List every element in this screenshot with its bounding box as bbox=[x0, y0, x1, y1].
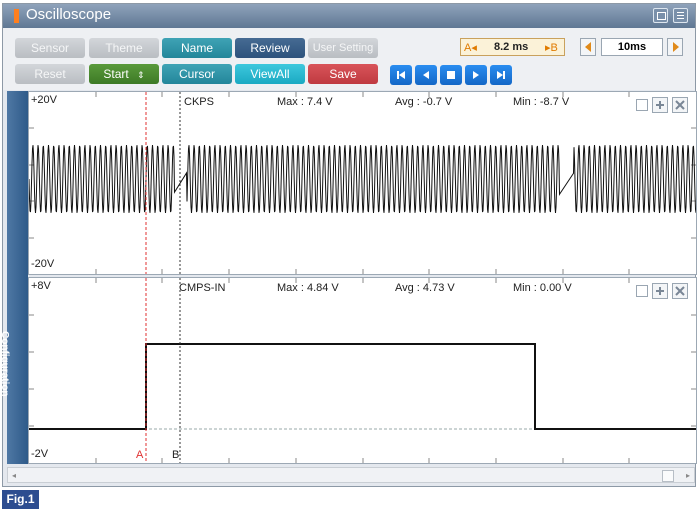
cmps-channel-name: CMPS-IN bbox=[179, 282, 226, 294]
cmps-select-checkbox[interactable] bbox=[636, 285, 648, 297]
step-back-icon bbox=[423, 71, 429, 79]
scroll-thumb[interactable] bbox=[662, 470, 674, 482]
skip-first-icon bbox=[397, 71, 405, 79]
window-menu-icon[interactable] bbox=[673, 8, 688, 23]
ckps-bottom-scale: -20V bbox=[31, 258, 55, 270]
cmps-close-button[interactable] bbox=[672, 283, 688, 299]
plus-icon bbox=[656, 101, 664, 109]
cursor-b-marker: ▸B bbox=[545, 42, 558, 54]
sensor-button[interactable]: Sensor bbox=[15, 38, 85, 58]
arrow-right-icon bbox=[673, 42, 679, 52]
cmps-waveform-plot[interactable] bbox=[29, 278, 696, 463]
cmps-panel-controls bbox=[636, 283, 692, 299]
time-div-increase-button[interactable] bbox=[667, 38, 683, 56]
skip-first-button[interactable] bbox=[390, 65, 412, 85]
ckps-waveform-panel: +20V -20V CKPS Max : 7.4 V Avg : -0.7 V … bbox=[28, 91, 697, 275]
cmps-top-scale: +8V bbox=[31, 280, 51, 292]
skip-last-icon bbox=[497, 71, 505, 79]
updown-icon: ⇕ bbox=[137, 70, 145, 80]
review-button[interactable]: Review bbox=[235, 38, 305, 58]
configuration-tab[interactable]: Configuration bbox=[0, 91, 28, 464]
cursor-a-marker: A◂ bbox=[464, 42, 477, 54]
step-forward-button[interactable] bbox=[465, 65, 487, 85]
ckps-select-checkbox[interactable] bbox=[636, 99, 648, 111]
scroll-left-icon[interactable]: ◂ bbox=[12, 471, 16, 480]
close-icon bbox=[675, 286, 685, 296]
cursor-interval-value: 8.2 ms bbox=[494, 41, 529, 53]
save-button[interactable]: Save bbox=[308, 64, 378, 84]
figure-label: Fig.1 bbox=[2, 490, 39, 509]
ckps-min-value: Min : -8.7 V bbox=[513, 96, 570, 108]
time-div-decrease-button[interactable] bbox=[580, 38, 596, 56]
reset-button[interactable]: Reset bbox=[15, 64, 85, 84]
cmps-avg-value: Avg : 4.73 V bbox=[395, 282, 455, 294]
cursor-interval-display: A◂ 8.2 ms ▸B bbox=[460, 38, 565, 56]
cmps-add-button[interactable] bbox=[652, 283, 668, 299]
stop-icon bbox=[447, 71, 455, 79]
time-div-field[interactable]: 10ms bbox=[601, 38, 663, 56]
cmps-min-value: Min : 0.00 V bbox=[513, 282, 572, 294]
cmps-bottom-scale: -2V bbox=[31, 448, 49, 460]
configuration-tab-label: Configuration bbox=[0, 331, 10, 397]
scroll-right-icon[interactable]: ▸ bbox=[686, 471, 690, 480]
start-label: Start bbox=[103, 67, 129, 81]
ckps-top-scale: +20V bbox=[31, 94, 57, 106]
viewall-button[interactable]: ViewAll bbox=[235, 64, 305, 84]
title-accent-mark bbox=[14, 9, 19, 23]
step-forward-icon bbox=[473, 71, 479, 79]
step-back-button[interactable] bbox=[415, 65, 437, 85]
name-button[interactable]: Name bbox=[162, 38, 232, 58]
ckps-max-value: Max : 7.4 V bbox=[277, 96, 333, 108]
ckps-signal-trace bbox=[29, 144, 696, 214]
close-icon bbox=[675, 100, 685, 110]
horizontal-scrollbar[interactable]: ◂ ▸ bbox=[7, 467, 695, 483]
ckps-waveform-plot[interactable] bbox=[29, 92, 696, 274]
theme-button[interactable]: Theme bbox=[89, 38, 159, 58]
ckps-panel-controls bbox=[636, 97, 692, 113]
cmps-waveform-panel: +8V -2V CMPS-IN Max : 4.84 V Avg : 4.73 … bbox=[28, 277, 697, 464]
ckps-close-button[interactable] bbox=[672, 97, 688, 113]
oscilloscope-window: Oscilloscope Sensor Theme Name Review Us… bbox=[0, 3, 697, 487]
cmps-max-value: Max : 4.84 V bbox=[277, 282, 339, 294]
ckps-add-button[interactable] bbox=[652, 97, 668, 113]
title-bar: Oscilloscope bbox=[3, 4, 695, 28]
ckps-avg-value: Avg : -0.7 V bbox=[395, 96, 453, 108]
cmps-signal-trace bbox=[29, 343, 696, 430]
stop-button[interactable] bbox=[440, 65, 462, 85]
toolbar: Sensor Theme Name Review User Setting A◂… bbox=[3, 28, 695, 90]
window-restore-icon[interactable] bbox=[653, 8, 668, 23]
ckps-channel-name: CKPS bbox=[184, 96, 214, 108]
arrow-left-icon bbox=[585, 42, 591, 52]
plus-icon bbox=[656, 287, 664, 295]
cursor-b-label: B bbox=[172, 449, 180, 461]
skip-last-button[interactable] bbox=[490, 65, 512, 85]
start-button[interactable]: Start ⇕ bbox=[89, 64, 159, 84]
cursor-a-label: A bbox=[136, 449, 144, 461]
cursor-button[interactable]: Cursor bbox=[162, 64, 232, 84]
user-setting-button[interactable]: User Setting bbox=[308, 38, 378, 58]
window-title: Oscilloscope bbox=[26, 6, 112, 23]
